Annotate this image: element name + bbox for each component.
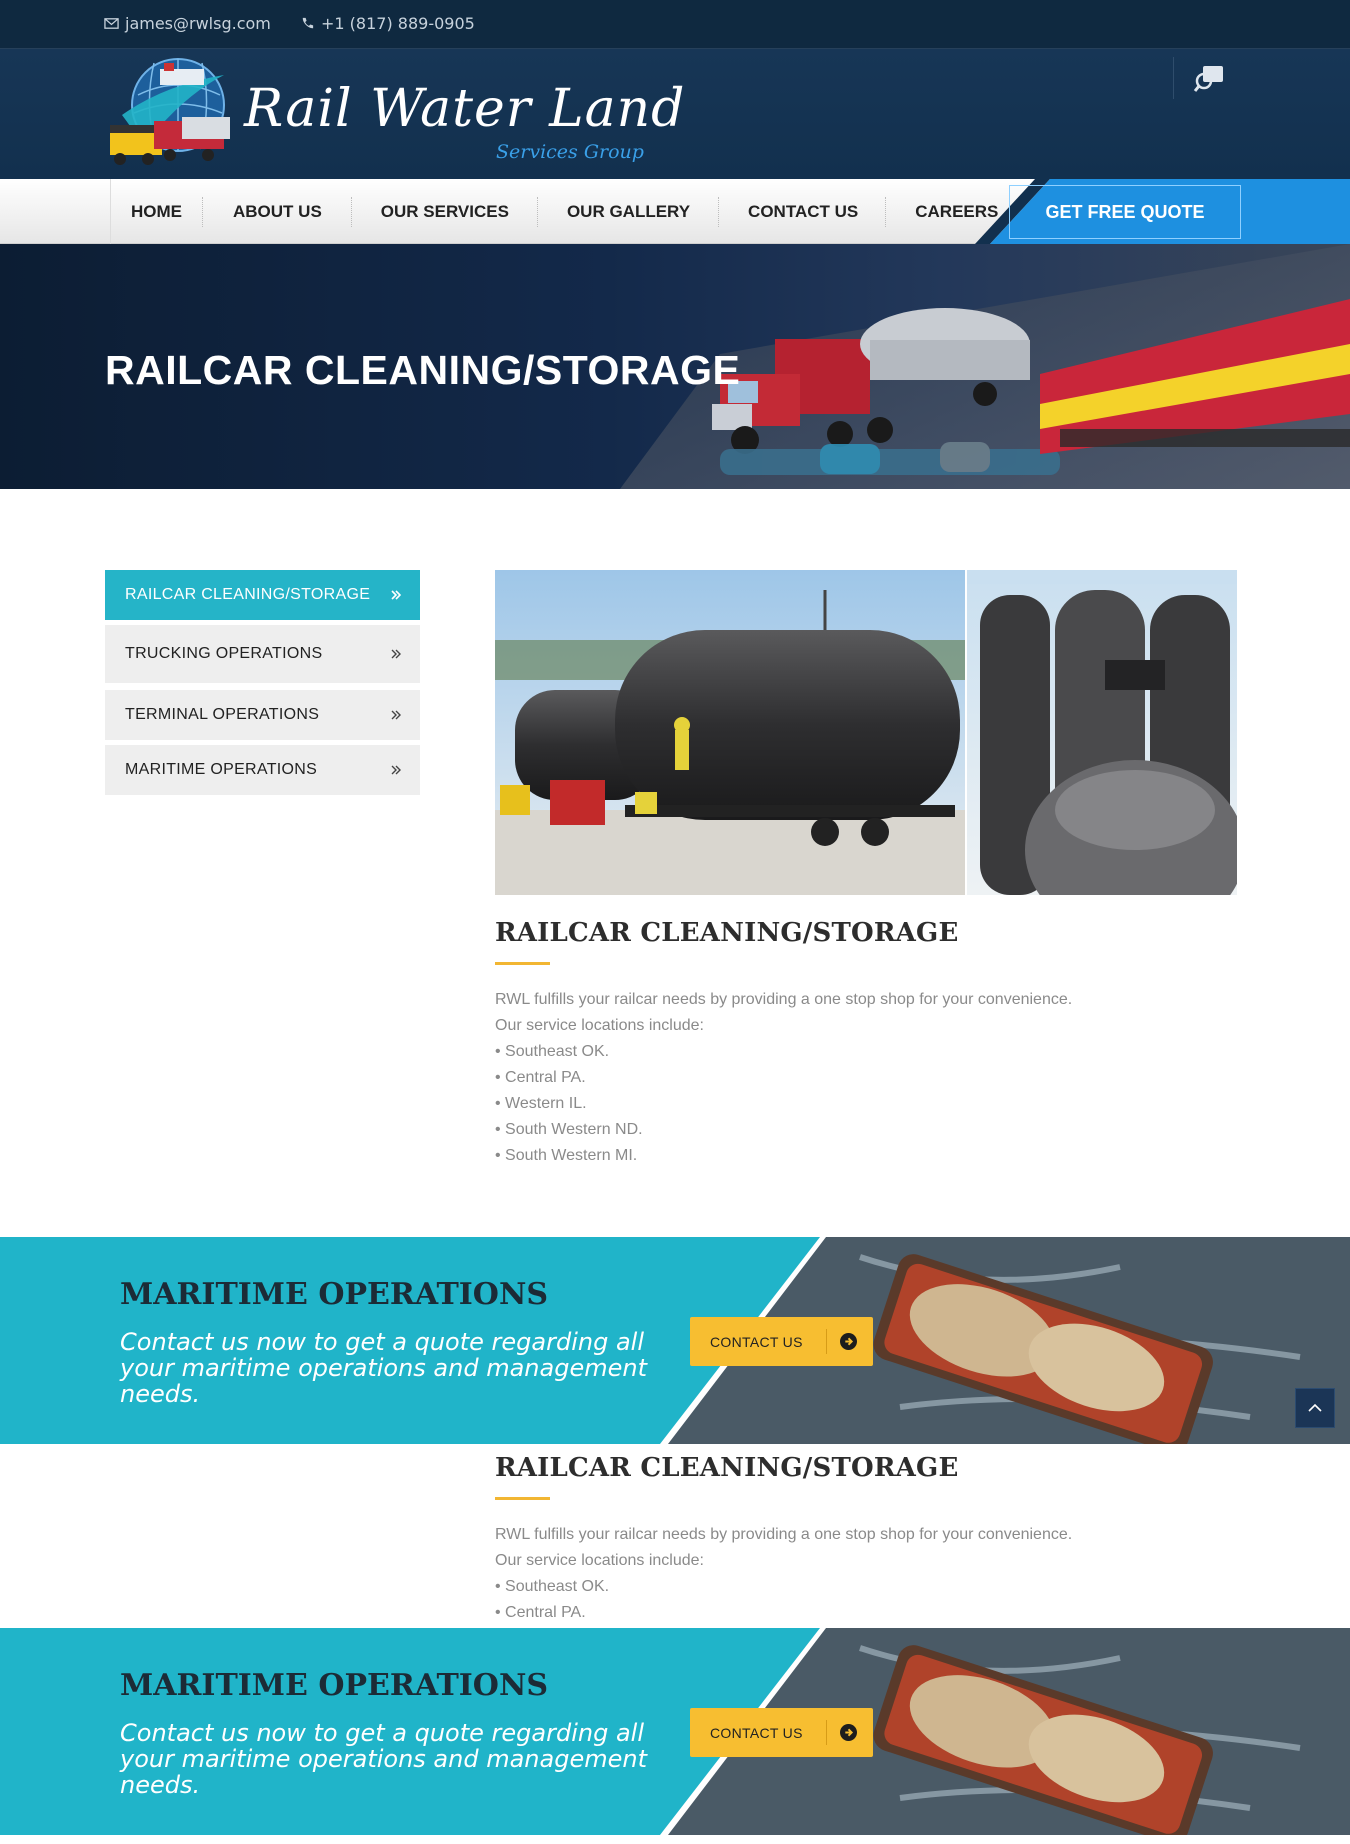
phone-text: +1 (817) 889-0905 [321, 14, 475, 33]
topbar: james@rwlsg.com +1 (817) 889-0905 [0, 0, 1350, 49]
nav-about-us[interactable]: ABOUT US [203, 196, 352, 227]
main-nav: HOME ABOUT US OUR SERVICES OUR GALLERY C… [0, 179, 1350, 244]
nav-contact-us[interactable]: CONTACT US [719, 196, 887, 227]
logo-name: Rail Water Land [244, 79, 686, 139]
railcar-cleaning-photo [495, 570, 1237, 895]
maritime-cta-banner-repeat: MARITIME OPERATIONS Contact us now to ge… [0, 1628, 1350, 1835]
topbar-email[interactable]: james@rwlsg.com [104, 14, 271, 33]
circle-arrow-right-icon [840, 1724, 857, 1741]
cta-button-label: CONTACT US [710, 1333, 803, 1350]
section-heading: RAILCAR CLEANING/STORAGE [495, 1453, 959, 1483]
sidebar-item-label: TERMINAL OPERATIONS [125, 706, 320, 723]
button-divider [826, 1720, 827, 1745]
double-chevron-right-icon [391, 590, 402, 600]
topbar-phone[interactable]: +1 (817) 889-0905 [300, 14, 475, 33]
cta-title: MARITIME OPERATIONS [120, 1668, 549, 1703]
location-item: • Central PA. [495, 1069, 586, 1086]
email-text: james@rwlsg.com [125, 14, 271, 33]
location-item: • Western IL. [495, 1095, 587, 1112]
double-chevron-right-icon [391, 765, 401, 775]
sidebar-item-terminal[interactable]: TERMINAL OPERATIONS [105, 690, 420, 740]
envelope-icon [104, 18, 119, 29]
chevron-up-icon [1308, 1403, 1322, 1412]
location-item: • South Western MI. [495, 1147, 638, 1164]
logo-tagline: Services Group [496, 141, 644, 163]
locations-label: Our service locations include: [495, 1017, 704, 1034]
heading-underline [495, 962, 550, 965]
logo-globe-icon [110, 58, 230, 165]
circle-arrow-right-icon [840, 1333, 857, 1350]
nav-our-services[interactable]: OUR SERVICES [352, 196, 538, 227]
site-header: Rail Water Land Services Group [0, 49, 1350, 179]
location-item: • Southeast OK. [495, 1043, 610, 1060]
phone-icon [302, 17, 314, 29]
get-free-quote-button[interactable]: GET FREE QUOTE [1009, 185, 1241, 239]
location-item: • South Western ND. [495, 1121, 643, 1138]
sidebar-item-label: TRUCKING OPERATIONS [125, 645, 323, 662]
header-search-button[interactable] [1173, 57, 1243, 99]
sidebar-item-trucking[interactable]: TRUCKING OPERATIONS [105, 625, 420, 683]
locations-label: Our service locations include: [495, 1552, 704, 1569]
cta-title: MARITIME OPERATIONS [120, 1277, 549, 1312]
site-logo[interactable]: Rail Water Land Services Group [104, 55, 684, 173]
hero-title: RAILCAR CLEANING/STORAGE [105, 347, 741, 393]
cta-contact-button[interactable]: CONTACT US [690, 1708, 873, 1757]
nav-home[interactable]: HOME [111, 196, 203, 227]
heading-underline [495, 1497, 550, 1500]
service-intro: RWL fulfills your railcar needs by provi… [495, 1526, 1073, 1543]
section-heading: RAILCAR CLEANING/STORAGE [495, 918, 959, 948]
location-item: • Southeast OK. [495, 1578, 610, 1595]
location-item: • Central PA. [495, 1604, 586, 1621]
sidebar-item-maritime[interactable]: MARITIME OPERATIONS [105, 745, 420, 795]
double-chevron-right-icon [391, 649, 401, 659]
sidebar-item-label: MARITIME OPERATIONS [125, 761, 318, 778]
service-text: RWL fulfills your railcar needs by provi… [495, 1522, 1237, 1626]
sidebar-item-railcar-cleaning[interactable]: RAILCAR CLEANING/STORAGE [105, 570, 420, 620]
back-to-top-button[interactable] [1295, 1388, 1335, 1428]
nav-our-gallery[interactable]: OUR GALLERY [538, 196, 720, 227]
cta-button-label: CONTACT US [710, 1724, 803, 1741]
service-intro: RWL fulfills your railcar needs by provi… [495, 991, 1073, 1008]
page-hero: RAILCAR CLEANING/STORAGE [0, 244, 1350, 489]
service-text: RWL fulfills your railcar needs by provi… [495, 987, 1237, 1169]
search-icon [1193, 66, 1223, 92]
service-description: RAILCAR CLEANING/STORAGE RWL fulfills yo… [495, 918, 1237, 1169]
cta-text: Contact us now to get a quote regarding … [120, 1719, 647, 1799]
button-divider [826, 1329, 827, 1354]
service-description-repeat: RAILCAR CLEANING/STORAGE RWL fulfills yo… [495, 1453, 1237, 1629]
maritime-cta-banner: MARITIME OPERATIONS Contact us now to ge… [0, 1237, 1350, 1444]
cta-text: Contact us now to get a quote regarding … [120, 1328, 647, 1408]
sidebar-item-label: RAILCAR CLEANING/STORAGE [125, 586, 371, 603]
services-sidebar: RAILCAR CLEANING/STORAGE TRUCKING OPERAT… [105, 570, 420, 800]
cta-contact-button[interactable]: CONTACT US [690, 1317, 873, 1366]
double-chevron-right-icon [391, 710, 401, 720]
